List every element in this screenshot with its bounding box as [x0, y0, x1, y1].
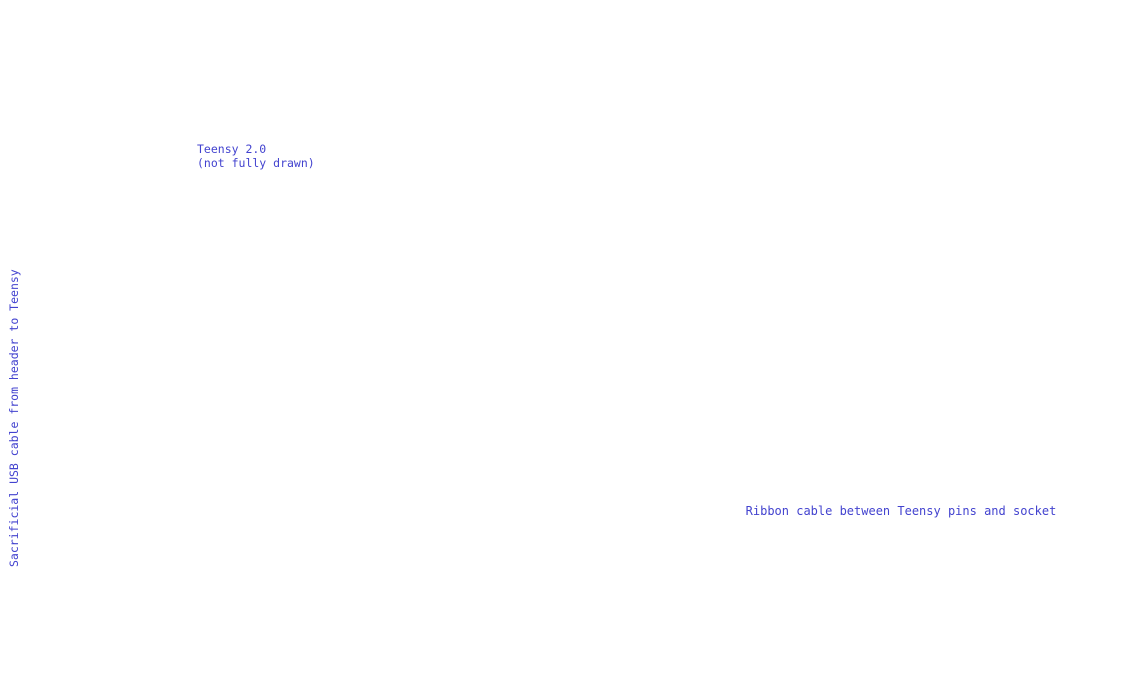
note-teensy-line1[interactable]: Teensy 2.0: [197, 143, 266, 156]
note-ribbon-cable[interactable]: Ribbon cable between Teensy pins and soc…: [701, 505, 1101, 518]
note-sacrificial-usb-cable[interactable]: Sacrificial USB cable from header to Tee…: [7, 207, 21, 567]
schematic-canvas[interactable]: [0, 0, 1131, 690]
schematic-page: Sacrificial USB cable from header to Tee…: [0, 0, 1131, 690]
note-teensy-line2[interactable]: (not fully drawn): [197, 157, 315, 170]
